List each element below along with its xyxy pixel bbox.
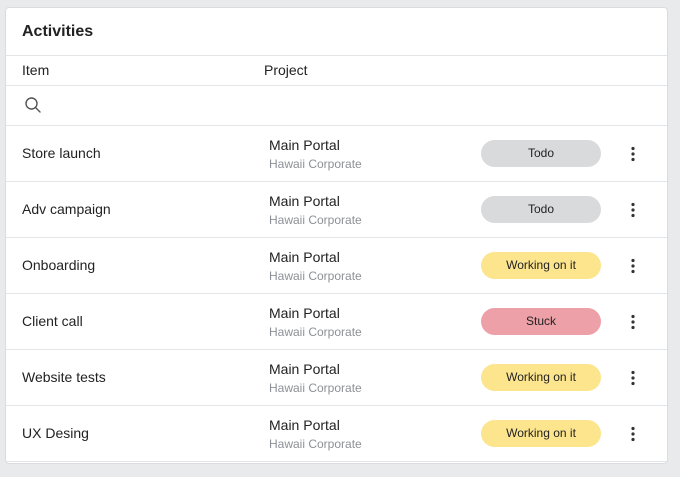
item-name: Adv campaign	[22, 201, 111, 217]
project-client: Hawaii Corporate	[269, 269, 362, 283]
status-badge[interactable]: Working on it	[481, 252, 601, 279]
table-row[interactable]: Adv campaign Main Portal Hawaii Corporat…	[6, 182, 667, 238]
item-name: Website tests	[22, 369, 106, 385]
table-row[interactable]: Client call Main Portal Hawaii Corporate…	[6, 294, 667, 350]
status-badge[interactable]: Todo	[481, 196, 601, 223]
project-client: Hawaii Corporate	[269, 157, 362, 171]
status-badge[interactable]: Working on it	[481, 364, 601, 391]
more-vertical-icon[interactable]	[622, 143, 644, 165]
project-cell: Main Portal Hawaii Corporate	[269, 248, 362, 284]
project-name: Main Portal	[269, 137, 340, 153]
card-title: Activities	[6, 8, 667, 56]
project-client: Hawaii Corporate	[269, 381, 362, 395]
more-vertical-icon[interactable]	[622, 423, 644, 445]
project-cell: Main Portal Hawaii Corporate	[269, 360, 362, 396]
table-body: Store launch Main Portal Hawaii Corporat…	[6, 126, 667, 462]
item-name: Client call	[22, 313, 83, 329]
project-name: Main Portal	[269, 305, 340, 321]
more-vertical-icon[interactable]	[622, 255, 644, 277]
table-row[interactable]: Onboarding Main Portal Hawaii Corporate …	[6, 238, 667, 294]
table-row[interactable]: Website tests Main Portal Hawaii Corpora…	[6, 350, 667, 406]
project-name: Main Portal	[269, 417, 340, 433]
project-client: Hawaii Corporate	[269, 437, 362, 451]
project-cell: Main Portal Hawaii Corporate	[269, 416, 362, 452]
status-badge[interactable]: Working on it	[481, 420, 601, 447]
project-cell: Main Portal Hawaii Corporate	[269, 192, 362, 228]
more-vertical-icon[interactable]	[622, 367, 644, 389]
project-name: Main Portal	[269, 249, 340, 265]
search-input[interactable]	[50, 94, 614, 118]
project-name: Main Portal	[269, 193, 340, 209]
more-vertical-icon[interactable]	[622, 199, 644, 221]
status-badge[interactable]: Stuck	[481, 308, 601, 335]
table-header: Item Project	[6, 56, 667, 86]
project-client: Hawaii Corporate	[269, 213, 362, 227]
item-name: Store launch	[22, 145, 101, 161]
project-client: Hawaii Corporate	[269, 325, 362, 339]
table-row[interactable]: UX Desing Main Portal Hawaii Corporate W…	[6, 406, 667, 462]
table-row[interactable]: Store launch Main Portal Hawaii Corporat…	[6, 126, 667, 182]
more-vertical-icon[interactable]	[622, 311, 644, 333]
search-icon[interactable]	[24, 96, 42, 114]
column-header-item[interactable]: Item	[22, 62, 49, 78]
item-name: UX Desing	[22, 425, 89, 441]
project-name: Main Portal	[269, 361, 340, 377]
status-badge[interactable]: Todo	[481, 140, 601, 167]
column-header-project[interactable]: Project	[264, 62, 308, 78]
activities-card: Activities Item Project Store launch Mai…	[5, 7, 668, 464]
search-row	[6, 86, 667, 126]
project-cell: Main Portal Hawaii Corporate	[269, 136, 362, 172]
project-cell: Main Portal Hawaii Corporate	[269, 304, 362, 340]
item-name: Onboarding	[22, 257, 96, 273]
